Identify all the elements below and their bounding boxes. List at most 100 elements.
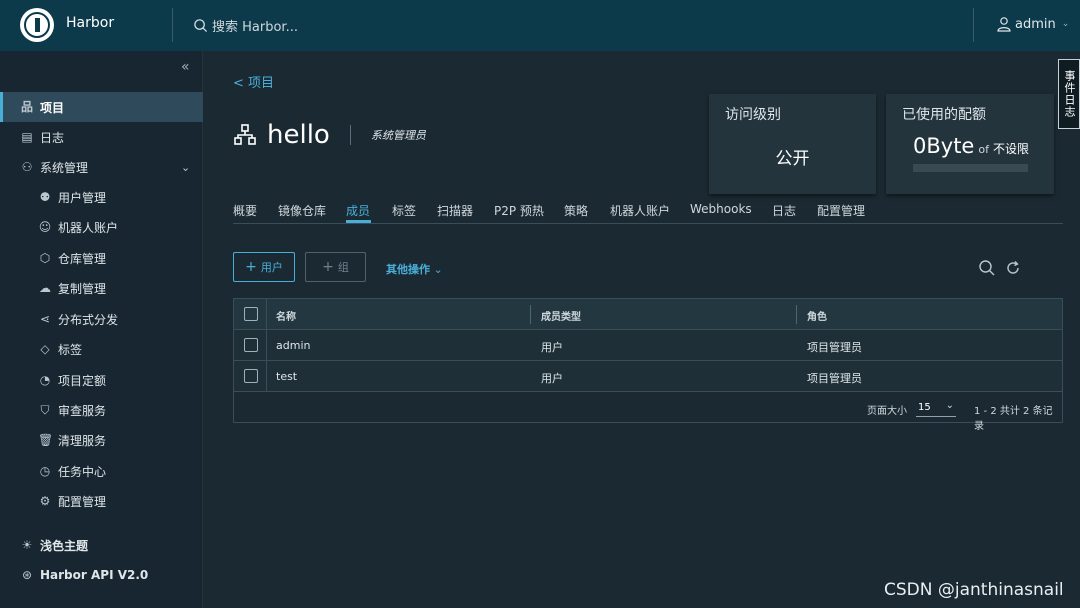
sidebar-item-labels[interactable]: ◇ 标签	[0, 334, 203, 364]
admin-icon: ⚇	[21, 160, 33, 174]
column-header-name[interactable]: 名称	[276, 308, 296, 323]
column-header-role[interactable]: 角色	[807, 308, 827, 323]
light-theme-toggle[interactable]: ☀ 浅色主题	[0, 530, 203, 560]
sidebar-item-configuration[interactable]: ⚙ 配置管理	[0, 486, 203, 516]
chevron-down-icon: ⌄	[433, 263, 443, 276]
sidebar-item-clean-up[interactable]: 🗑 清理服务	[0, 425, 203, 455]
tab-webhooks[interactable]: Webhooks	[690, 202, 752, 216]
theme-label: 浅色主题	[40, 538, 89, 553]
sidebar-item-label: 系统管理	[40, 160, 89, 175]
page-size-select[interactable]: 15 ⌄	[916, 397, 956, 417]
add-group-button[interactable]: + 组	[305, 252, 366, 282]
plus-icon: +	[245, 259, 257, 275]
share-icon: ⋖	[39, 312, 51, 326]
tab-repositories[interactable]: 镜像仓库	[278, 202, 326, 219]
sidebar-item-replications[interactable]: ☁ 复制管理	[0, 273, 203, 303]
app-title[interactable]: Harbor	[66, 15, 114, 31]
replication-icon: ☁	[39, 281, 51, 295]
sidebar-item-project-quotas[interactable]: ◔ 项目定额	[0, 365, 203, 395]
member-role: 项目管理员	[807, 372, 862, 385]
tab-labels[interactable]: 标签	[392, 202, 416, 219]
sidebar-item-interrogation-services[interactable]: ⛉ 审查服务	[0, 395, 203, 425]
header-divider	[172, 8, 173, 42]
tab-robot-accounts[interactable]: 机器人账户	[610, 202, 670, 219]
quota-card: 已使用的配额 0Byte of 不设限	[886, 94, 1054, 194]
plus-icon: +	[322, 259, 334, 275]
tab-policy[interactable]: 策略	[564, 202, 588, 219]
quota-icon: ◔	[39, 373, 51, 387]
member-role: 项目管理员	[807, 341, 862, 354]
column-divider	[266, 330, 267, 361]
table-footer: 页面大小 15 ⌄ 1 - 2 共计 2 条记录	[234, 392, 1062, 432]
harbor-logo-icon[interactable]	[20, 8, 54, 42]
chevron-down-icon: ⌄	[1061, 19, 1070, 29]
user-icon	[997, 17, 1011, 32]
column-divider	[266, 299, 267, 330]
row-checkbox[interactable]	[244, 369, 258, 383]
search-placeholder: 搜索 Harbor...	[212, 20, 298, 35]
sidebar-item-label: 仓库管理	[58, 251, 107, 266]
sidebar-item-label: 审查服务	[58, 403, 107, 418]
member-name: test	[276, 370, 298, 383]
sidebar-item-registries[interactable]: ⬡ 仓库管理	[0, 243, 203, 273]
tab-summary[interactable]: 概要	[233, 202, 257, 219]
log-icon: ▤	[21, 130, 33, 144]
sidebar-item-projects[interactable]: 品项目	[0, 92, 203, 122]
select-all-checkbox[interactable]	[244, 307, 258, 321]
collapse-sidebar-icon[interactable]: «	[181, 59, 190, 75]
add-user-button[interactable]: + 用户	[233, 252, 295, 282]
page-size-value: 15	[918, 402, 931, 413]
member-type: 用户	[541, 341, 563, 354]
sun-icon: ☀	[21, 538, 33, 552]
table-row[interactable]: admin 用户 项目管理员	[234, 330, 1062, 361]
column-divider	[530, 305, 531, 324]
sidebar-item-label: 用户管理	[58, 190, 107, 205]
sidebar-item-label: 分布式分发	[58, 312, 119, 327]
table-row[interactable]: test 用户 项目管理员	[234, 361, 1062, 392]
refresh-icon[interactable]	[1004, 259, 1022, 277]
user-menu[interactable]: admin ⌄	[996, 16, 1069, 32]
breadcrumb[interactable]: < 项目	[233, 72, 274, 91]
quota-label: 已使用的配额	[902, 107, 986, 123]
search-icon	[194, 19, 208, 33]
members-table: 名称 成员类型 角色 admin 用户 项目管理员 test 用户 项目管理员 …	[233, 298, 1063, 432]
tab-p2p-preheat[interactable]: P2P 预热	[494, 202, 544, 219]
add-group-label: 组	[337, 261, 349, 274]
title-divider	[349, 125, 351, 145]
tag-icon: ◇	[40, 342, 50, 356]
event-log-tab[interactable]: 事件日志	[1058, 59, 1080, 129]
registry-icon: ⬡	[39, 251, 51, 265]
sidebar-item-job-service[interactable]: ◷ 任务中心	[0, 456, 203, 486]
column-divider	[796, 305, 797, 324]
more-actions-dropdown[interactable]: 其他操作 ⌄	[386, 261, 443, 277]
active-tab-indicator	[346, 220, 371, 223]
project-icon	[234, 124, 256, 145]
user-name: admin	[1015, 16, 1056, 32]
users-icon: ⚉	[39, 190, 51, 204]
harbor-api-link[interactable]: ⊛ Harbor API V2.0	[0, 560, 203, 590]
shield-icon: ⛉	[40, 403, 50, 417]
sidebar-item-users[interactable]: ⚉ 用户管理	[0, 182, 203, 212]
top-header: Harbor 搜索 Harbor... admin ⌄	[0, 0, 1080, 51]
sidebar-item-robot-accounts[interactable]: ☺ 机器人账户	[0, 212, 203, 242]
tab-configuration[interactable]: 配置管理	[817, 202, 865, 219]
more-actions-label: 其他操作	[386, 263, 430, 276]
page-size-label: 页面大小	[867, 406, 907, 417]
quota-usage: 0Byte of 不设限	[913, 134, 1029, 158]
sidebar-item-label: 复制管理	[58, 281, 107, 296]
search-input[interactable]: 搜索 Harbor...	[193, 16, 298, 35]
tab-logs[interactable]: 日志	[772, 202, 796, 219]
tab-members[interactable]: 成员	[346, 202, 370, 219]
gear-icon: ⚙	[39, 494, 51, 508]
sidebar: « 品项目 ▤ 日志 ⚇ 系统管理 ⌄ ⚉ 用户管理 ☺ 机器人账户 ⬡ 仓库管理 ☁ 复制…	[0, 51, 203, 608]
search-icon[interactable]	[978, 259, 996, 277]
page-title: hello 系统管理员	[233, 120, 426, 150]
sidebar-item-label: 标签	[58, 342, 83, 357]
header-divider	[973, 8, 974, 42]
row-checkbox[interactable]	[244, 338, 258, 352]
sidebar-item-logs[interactable]: ▤ 日志	[0, 122, 203, 152]
sidebar-item-distributions[interactable]: ⋖ 分布式分发	[0, 304, 203, 334]
tab-scanner[interactable]: 扫描器	[437, 202, 473, 219]
sidebar-item-administration[interactable]: ⚇ 系统管理 ⌄	[0, 152, 203, 182]
column-header-member-type[interactable]: 成员类型	[541, 308, 581, 323]
